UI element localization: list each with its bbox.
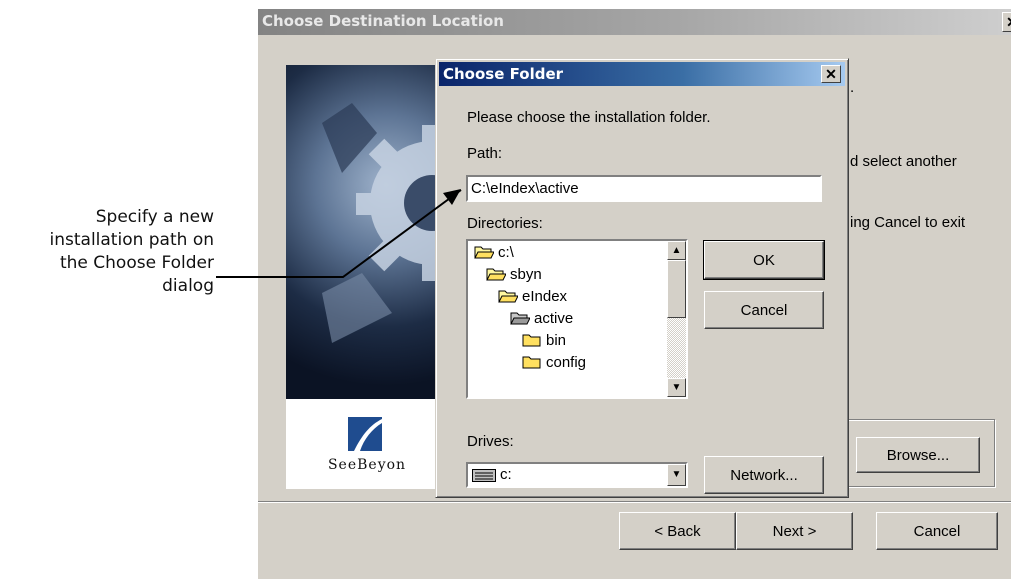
path-input[interactable]: [466, 175, 822, 202]
chevron-down-icon: ▼: [671, 469, 682, 480]
logo-text: SeeBeyon: [327, 457, 407, 473]
directories-list[interactable]: c:\ sbyn eIndex active bin config ▲ ▼: [466, 239, 688, 399]
annotation-line: installation path on: [49, 230, 215, 250]
prompt-text: Please choose the installation folder.: [467, 109, 711, 126]
annotation-callout: Specify a new installation path on the C…: [0, 206, 215, 298]
seebeyond-logo-icon: [348, 417, 382, 451]
body-text: .: [850, 79, 855, 96]
choose-folder-dialog: Choose Folder ✕ Please choose the instal…: [435, 58, 849, 498]
window-close-button[interactable]: ✕: [1002, 12, 1011, 32]
arrow-up-icon: ▲: [671, 245, 682, 256]
open-folder-selected-icon: [510, 312, 530, 325]
drives-label: Drives:: [467, 433, 514, 450]
drive-value: c:: [500, 466, 512, 483]
open-folder-icon: [486, 268, 506, 281]
arrow-down-icon: ▼: [671, 382, 682, 393]
dialog-close-button[interactable]: ✕: [821, 65, 841, 83]
dialog-title: Choose Folder: [443, 65, 564, 83]
window-title-bar: Choose Destination Location: [258, 9, 1011, 35]
back-button[interactable]: < Back: [619, 512, 736, 550]
close-icon: ✕: [825, 66, 837, 82]
cancel-button[interactable]: Cancel: [876, 512, 998, 550]
folder-icon: [522, 334, 541, 347]
scroll-thumb[interactable]: [667, 260, 686, 318]
network-button[interactable]: Network...: [704, 456, 824, 494]
scroll-up-button[interactable]: ▲: [667, 241, 686, 260]
scroll-down-button[interactable]: ▼: [667, 378, 686, 397]
annotation-line: dialog: [162, 276, 214, 296]
separator: [258, 501, 1011, 503]
folder-icon: [522, 356, 541, 369]
dropdown-button[interactable]: ▼: [667, 464, 686, 486]
directories-label: Directories:: [467, 215, 543, 232]
dialog-cancel-button[interactable]: Cancel: [704, 291, 824, 329]
close-icon: ✕: [1006, 14, 1011, 30]
ok-button[interactable]: OK: [703, 240, 825, 280]
directories-scrollbar[interactable]: ▲ ▼: [667, 241, 686, 397]
annotation-line: Specify a new: [95, 207, 214, 227]
body-text: d select another: [850, 153, 957, 170]
window-title: Choose Destination Location: [262, 12, 504, 30]
next-button[interactable]: Next >: [736, 512, 853, 550]
drives-dropdown[interactable]: c: ▼: [466, 462, 688, 488]
splash-image: [286, 65, 448, 399]
dialog-title-bar: Choose Folder ✕: [439, 62, 845, 86]
open-folder-icon: [474, 246, 494, 259]
annotation-line: the Choose Folder: [59, 253, 214, 273]
drive-icon: [472, 469, 496, 482]
logo-panel: SeeBeyon: [286, 399, 448, 489]
open-folder-icon: [498, 290, 518, 303]
path-label: Path:: [467, 145, 503, 162]
body-text: ing Cancel to exit: [850, 214, 966, 231]
browse-button[interactable]: Browse...: [856, 437, 980, 473]
gear-icon: [322, 103, 448, 343]
